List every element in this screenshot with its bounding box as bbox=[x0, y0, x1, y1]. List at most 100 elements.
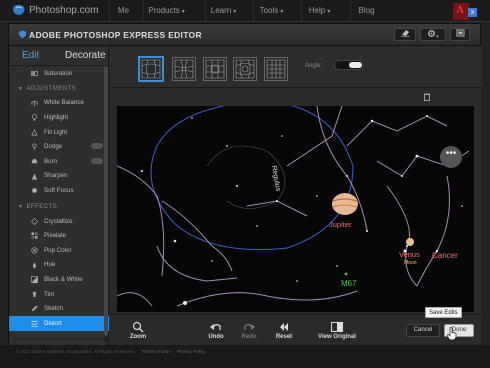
scrollbar-thumb[interactable] bbox=[104, 66, 108, 336]
view-original-label: View Original bbox=[318, 334, 356, 340]
close-icon[interactable]: x bbox=[468, 8, 477, 17]
footer-terms-link[interactable]: Terms of Use bbox=[142, 349, 169, 354]
redo-label: Redo bbox=[241, 334, 257, 340]
sidebar-tabs: Edit Decorate bbox=[9, 46, 108, 66]
sidebar-item-label: Tint bbox=[44, 290, 55, 298]
photoshop-logo-icon bbox=[18, 30, 27, 39]
angle-label: Angle: bbox=[305, 63, 323, 69]
sidebar-item-label: Soft Focus bbox=[44, 186, 74, 194]
sidebar-item-burn[interactable]: Burn bbox=[9, 154, 109, 169]
nav-me[interactable]: Me bbox=[109, 0, 137, 22]
tab-decorate[interactable]: Decorate bbox=[65, 50, 106, 61]
eraser-button[interactable] bbox=[394, 28, 416, 41]
adobe-logo-icon: A bbox=[453, 3, 469, 20]
sidebar-item-label: Pixelate bbox=[44, 232, 67, 240]
nav-learn[interactable]: Learn ▾ bbox=[205, 0, 241, 22]
sidebar-item-label: Burn bbox=[44, 157, 58, 165]
label-regulus: Regulus bbox=[270, 165, 281, 192]
distort-preset-1[interactable] bbox=[139, 57, 163, 81]
more-options-button[interactable]: ••• bbox=[440, 146, 462, 168]
zoom-label: Zoom bbox=[129, 334, 147, 340]
sidebar-item-label: Distort bbox=[44, 319, 62, 327]
editor-title: ADOBE PHOTOSHOP EXPRESS EDITOR bbox=[29, 30, 202, 40]
saturation-icon bbox=[31, 70, 38, 77]
photo-canvas[interactable]: Jupiter Venus Moon Cancer M67 Regulus ••… bbox=[117, 106, 474, 312]
page-footer: © 2012 Adobe Systems Incorporated. All R… bbox=[0, 345, 490, 368]
view-original-button[interactable]: View Original bbox=[306, 321, 368, 340]
nav-blog[interactable]: Blog bbox=[350, 0, 382, 22]
sidebar-item-saturation[interactable]: Saturation bbox=[9, 66, 109, 81]
distort-icon bbox=[31, 320, 38, 327]
section-effects[interactable]: ▼ EFFECTS bbox=[9, 201, 109, 214]
canvas-area: Jupiter Venus Moon Cancer M67 Regulus ••… bbox=[110, 88, 482, 314]
sidebar-item-sketch[interactable]: Sketch bbox=[9, 301, 109, 316]
angle-slider-knob[interactable] bbox=[349, 62, 362, 68]
bottom-toolbar: Zoom Undo Redo Reset View Original Cance… bbox=[110, 314, 482, 346]
footer-privacy-link[interactable]: Privacy Policy bbox=[177, 349, 206, 354]
sidebar-item-sharpen[interactable]: Sharpen bbox=[9, 169, 109, 184]
sidebar-item-tint[interactable]: Tint bbox=[9, 287, 109, 302]
sidebar-item-white-balance[interactable]: White Balance bbox=[9, 96, 109, 111]
dodge-icon bbox=[32, 143, 37, 151]
sidebar-item-fill-light[interactable]: Fill Light bbox=[9, 125, 109, 140]
distort-preset-4[interactable] bbox=[233, 57, 257, 81]
collapse-triangle-icon: ▼ bbox=[18, 204, 24, 211]
label-cancer: Cancer bbox=[432, 251, 458, 260]
sidebar-scrollbar[interactable] bbox=[104, 66, 108, 342]
nav-learn-label: Learn bbox=[210, 6, 232, 15]
sidebar-item-black-white[interactable]: Black & White bbox=[9, 272, 109, 287]
warp-grid-icon bbox=[174, 59, 194, 79]
nav-products[interactable]: Products ▾ bbox=[143, 0, 189, 22]
soft-focus-icon bbox=[31, 188, 38, 194]
reset-button[interactable]: Reset bbox=[264, 321, 304, 340]
nav-help-label: Help bbox=[308, 6, 326, 15]
chevron-down-icon: ▾ bbox=[233, 9, 237, 15]
sidebar-item-hue[interactable]: Hue bbox=[9, 258, 109, 273]
gear-icon bbox=[428, 30, 436, 37]
fullscreen-icon bbox=[456, 29, 464, 37]
distort-preset-3[interactable] bbox=[203, 57, 227, 81]
sidebar-item-pop-color[interactable]: Pop Color bbox=[9, 243, 109, 258]
more-icon: ••• bbox=[445, 148, 457, 159]
nav-tools[interactable]: Tools ▾ bbox=[253, 0, 289, 22]
reset-label: Reset bbox=[275, 334, 293, 340]
adobe-badge-letter: A bbox=[456, 4, 464, 16]
trash-icon[interactable] bbox=[424, 93, 430, 101]
zoom-button[interactable]: Zoom bbox=[118, 321, 158, 340]
sidebar-item-soft-focus[interactable]: Soft Focus bbox=[9, 183, 109, 198]
sidebar-item-pixelate[interactable]: Pixelate bbox=[9, 228, 109, 243]
sidebar-item-label: Highlight bbox=[44, 113, 69, 121]
sidebar-item-dodge[interactable]: Dodge bbox=[9, 139, 109, 154]
sidebar-item-distort[interactable]: Distort bbox=[9, 315, 109, 331]
nav-products-label: Products bbox=[148, 6, 180, 15]
fullscreen-button[interactable] bbox=[450, 28, 470, 41]
chevron-down-icon: ▾ bbox=[327, 9, 331, 15]
sidebar-item-label: Pop Color bbox=[44, 246, 72, 254]
redo-button[interactable]: Redo bbox=[229, 321, 269, 340]
site-logo[interactable]: Photoshop.com bbox=[12, 4, 99, 16]
tab-edit[interactable]: Edit bbox=[22, 50, 39, 61]
undo-icon bbox=[210, 324, 221, 330]
save-edits-tooltip: Save Edits bbox=[425, 307, 462, 318]
distort-preset-5[interactable] bbox=[264, 57, 288, 81]
distort-preset-2[interactable] bbox=[172, 57, 196, 81]
site-logo-text: Photoshop.com bbox=[29, 4, 99, 16]
cancel-button[interactable]: Cancel bbox=[406, 324, 440, 337]
sidebar-item-crystallize[interactable]: Crystallize bbox=[9, 214, 109, 229]
section-title: EFFECTS bbox=[26, 204, 58, 211]
footer-copyright: © 2012 Adobe Systems Incorporated. All R… bbox=[16, 349, 136, 354]
brush-badge bbox=[91, 157, 103, 164]
site-nav: Photoshop.com Me Products ▾ Learn ▾ Tools ▾… bbox=[0, 0, 490, 22]
nav-help[interactable]: Help ▾ bbox=[301, 0, 337, 22]
undo-label: Undo bbox=[208, 334, 224, 340]
angle-slider[interactable] bbox=[334, 60, 364, 70]
section-adjustments[interactable]: ▼ ADJUSTMENTS bbox=[9, 83, 109, 96]
sidebar-item-label: Saturation bbox=[44, 69, 73, 77]
section-title: ADJUSTMENTS bbox=[26, 86, 77, 93]
sidebar-item-highlight[interactable]: Highlight bbox=[9, 110, 109, 125]
sidebar-item-label: Crystallize bbox=[44, 217, 73, 225]
settings-button[interactable]: ▾ bbox=[420, 28, 446, 41]
sidebar-item-label: Sharpen bbox=[44, 172, 68, 180]
collapse-triangle-icon: ▼ bbox=[18, 86, 24, 93]
sidebar-item-label: Hue bbox=[44, 261, 56, 269]
